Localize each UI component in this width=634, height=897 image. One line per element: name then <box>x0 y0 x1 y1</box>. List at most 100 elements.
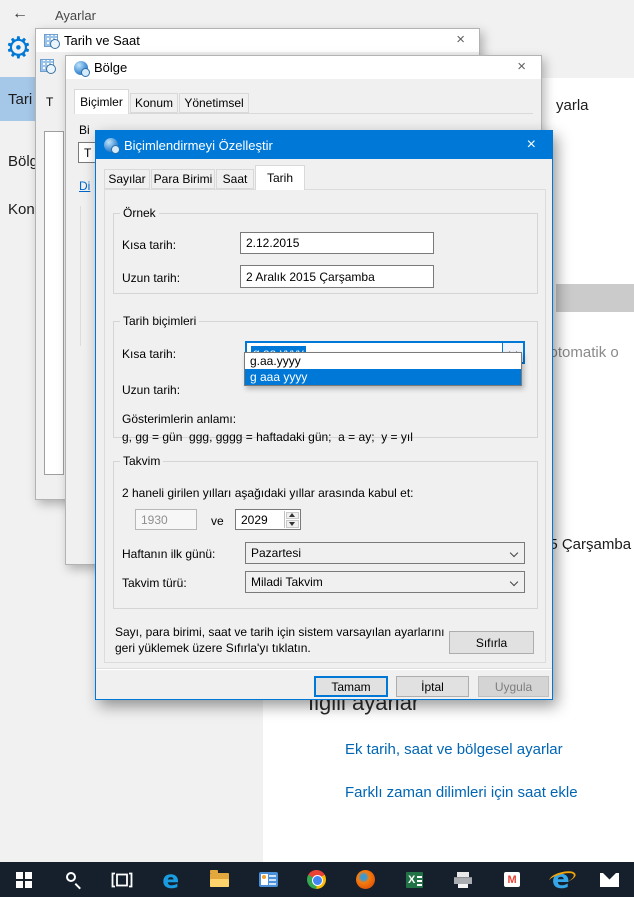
long-date-example-input[interactable]: 2 Aralık 2015 Çarşamba <box>240 265 434 288</box>
region-settings-icon <box>258 872 278 887</box>
edge-icon: e <box>162 865 180 894</box>
firefox-button[interactable] <box>341 862 390 897</box>
short-date-format-dropdown: g.aa.yyyy g aaa yyyy <box>244 352 522 386</box>
gmail-button[interactable]: M <box>488 862 537 897</box>
datetime-window-title: Tarih ve Saat <box>64 33 140 48</box>
spin-up-button[interactable] <box>285 511 299 519</box>
datetime-titlebar[interactable]: Tarih ve Saat × <box>36 29 479 52</box>
reset-note-line2: geri yüklemek üzere Sıfırla'yı tıklatın. <box>115 641 311 655</box>
and-label: ve <box>211 514 224 528</box>
link-additional-settings[interactable]: Ek tarih, saat ve bölgesel ayarlar <box>345 741 563 758</box>
year-to-value: 2029 <box>241 513 268 527</box>
screen: ← Ayarlar ⚙ Tari Bölg Kon yarla i otomat… <box>0 0 634 897</box>
first-day-combobox[interactable]: Pazartesi <box>245 542 525 564</box>
datetime-listbox-fragment[interactable] <box>44 131 64 475</box>
gear-icon: ⚙ <box>5 32 32 65</box>
current-date-fragment: 15 Çarşamba <box>541 536 632 553</box>
customize-dialog-title: Biçimlendirmeyi Özelleştir <box>124 137 273 153</box>
file-explorer-button[interactable] <box>195 862 244 897</box>
customize-titlebar[interactable]: Biçimlendirmeyi Özelleştir × <box>96 131 552 159</box>
gray-control-fragment <box>556 284 634 312</box>
year-to-spinner[interactable]: 2029 <box>235 509 301 530</box>
calendar-icon <box>40 59 56 74</box>
excel-icon: X <box>406 871 423 888</box>
task-view-button[interactable] <box>98 862 147 897</box>
short-date-example-label: Kısa tarih: <box>122 238 177 252</box>
internet-explorer-button[interactable]: e <box>536 862 585 897</box>
excel-button[interactable]: X <box>390 862 439 897</box>
region-titlebar[interactable]: Bölge × <box>66 56 541 79</box>
reset-note-line1: Sayı, para birimi, saat ve tarih için si… <box>115 625 445 639</box>
close-icon[interactable]: × <box>450 31 471 49</box>
region-combo-fragment[interactable]: T <box>78 142 96 163</box>
settings-app-title: Ayarlar <box>55 8 96 23</box>
tab-numbers[interactable]: Sayılar <box>104 169 150 189</box>
example-group-legend: Örnek <box>123 206 156 220</box>
dimmed-text-fragment: i otomatik o <box>542 344 619 361</box>
first-day-label: Haftanın ilk günü: <box>122 547 216 561</box>
calendar-group: Takvim 2 haneli girilen yılları aşağıdak… <box>113 454 538 609</box>
chevron-down-icon <box>509 548 519 558</box>
back-arrow-icon[interactable]: ← <box>12 5 28 23</box>
region-dialog-title: Bölge <box>94 60 128 75</box>
chrome-button[interactable] <box>293 862 342 897</box>
close-icon[interactable]: × <box>511 58 532 76</box>
first-day-value: Pazartesi <box>251 546 302 560</box>
calendar-type-combobox[interactable]: Miladi Takvim <box>245 571 525 593</box>
footer-divider <box>96 668 552 670</box>
dropdown-option[interactable]: g.aa.yyyy <box>245 353 521 369</box>
year-from-input: 1930 <box>135 509 197 530</box>
groupbox-border-fragment <box>80 206 81 346</box>
chrome-icon <box>307 870 327 889</box>
long-date-example-label: Uzun tarih: <box>122 271 181 285</box>
spin-down-button[interactable] <box>285 520 299 528</box>
ok-button[interactable]: Tamam <box>314 676 388 697</box>
long-date-format-label: Uzun tarih: <box>122 383 181 397</box>
datetime-window-icon <box>44 34 60 49</box>
tab-administrative[interactable]: Yönetimsel <box>179 93 249 113</box>
datetime-label-fragment: T <box>46 95 54 109</box>
tab-formats[interactable]: Biçimler <box>74 89 129 114</box>
cancel-button[interactable]: İptal <box>396 676 469 697</box>
tab-time[interactable]: Saat <box>216 169 254 189</box>
apply-button[interactable]: Uygula <box>478 676 549 697</box>
edge-button[interactable]: e <box>146 862 195 897</box>
heading-fragment: yarla <box>556 97 589 114</box>
dropdown-option-highlighted[interactable]: g aaa yyyy <box>245 369 521 385</box>
taskbar-search-button[interactable] <box>49 862 98 897</box>
customize-dialog-icon <box>104 138 120 154</box>
meaning-title: Gösterimlerin anlamı: <box>122 412 237 426</box>
tab-currency[interactable]: Para Birimi <box>151 169 215 189</box>
start-button[interactable] <box>0 862 49 897</box>
link-add-clocks[interactable]: Farklı zaman dilimleri için saat ekle <box>345 784 578 801</box>
region-settings-button[interactable] <box>244 862 293 897</box>
folder-icon <box>209 869 229 887</box>
tab-location[interactable]: Konum <box>130 93 178 113</box>
calendar-type-label: Takvim türü: <box>122 576 187 590</box>
sidebar-item-label: Bölg <box>8 152 39 170</box>
search-icon <box>64 871 82 889</box>
firefox-icon <box>356 870 376 889</box>
calendar-group-legend: Takvim <box>123 454 161 468</box>
short-date-example-input[interactable]: 2.12.2015 <box>240 232 434 254</box>
example-group: Örnek Kısa tarih: 2.12.2015 Uzun tarih: … <box>113 206 538 294</box>
customize-format-dialog: Biçimlendirmeyi Özelleştir × Sayılar Par… <box>95 130 553 700</box>
windows-logo-icon <box>16 871 33 888</box>
reset-button[interactable]: Sıfırla <box>449 631 534 654</box>
tab-panel-border <box>74 113 533 114</box>
sidebar-item-label: Tari <box>8 90 33 108</box>
internet-explorer-icon: e <box>551 864 570 895</box>
short-date-format-label: Kısa tarih: <box>122 347 177 361</box>
mail-button[interactable] <box>585 862 634 897</box>
region-link-fragment[interactable]: Di <box>79 179 90 193</box>
taskbar: e X M e <box>0 862 634 897</box>
tab-date[interactable]: Tarih <box>255 165 305 190</box>
close-icon[interactable]: × <box>521 136 542 154</box>
meaning-text: g, gg = gün ggg, gggg = haftadaki gün; a… <box>122 430 413 444</box>
date-formats-legend: Tarih biçimleri <box>123 314 197 328</box>
calendar-type-value: Miladi Takvim <box>251 575 323 589</box>
gmail-icon: M <box>504 872 521 887</box>
task-view-icon <box>111 872 133 887</box>
printer-button[interactable] <box>439 862 488 897</box>
globe-icon <box>74 60 90 77</box>
